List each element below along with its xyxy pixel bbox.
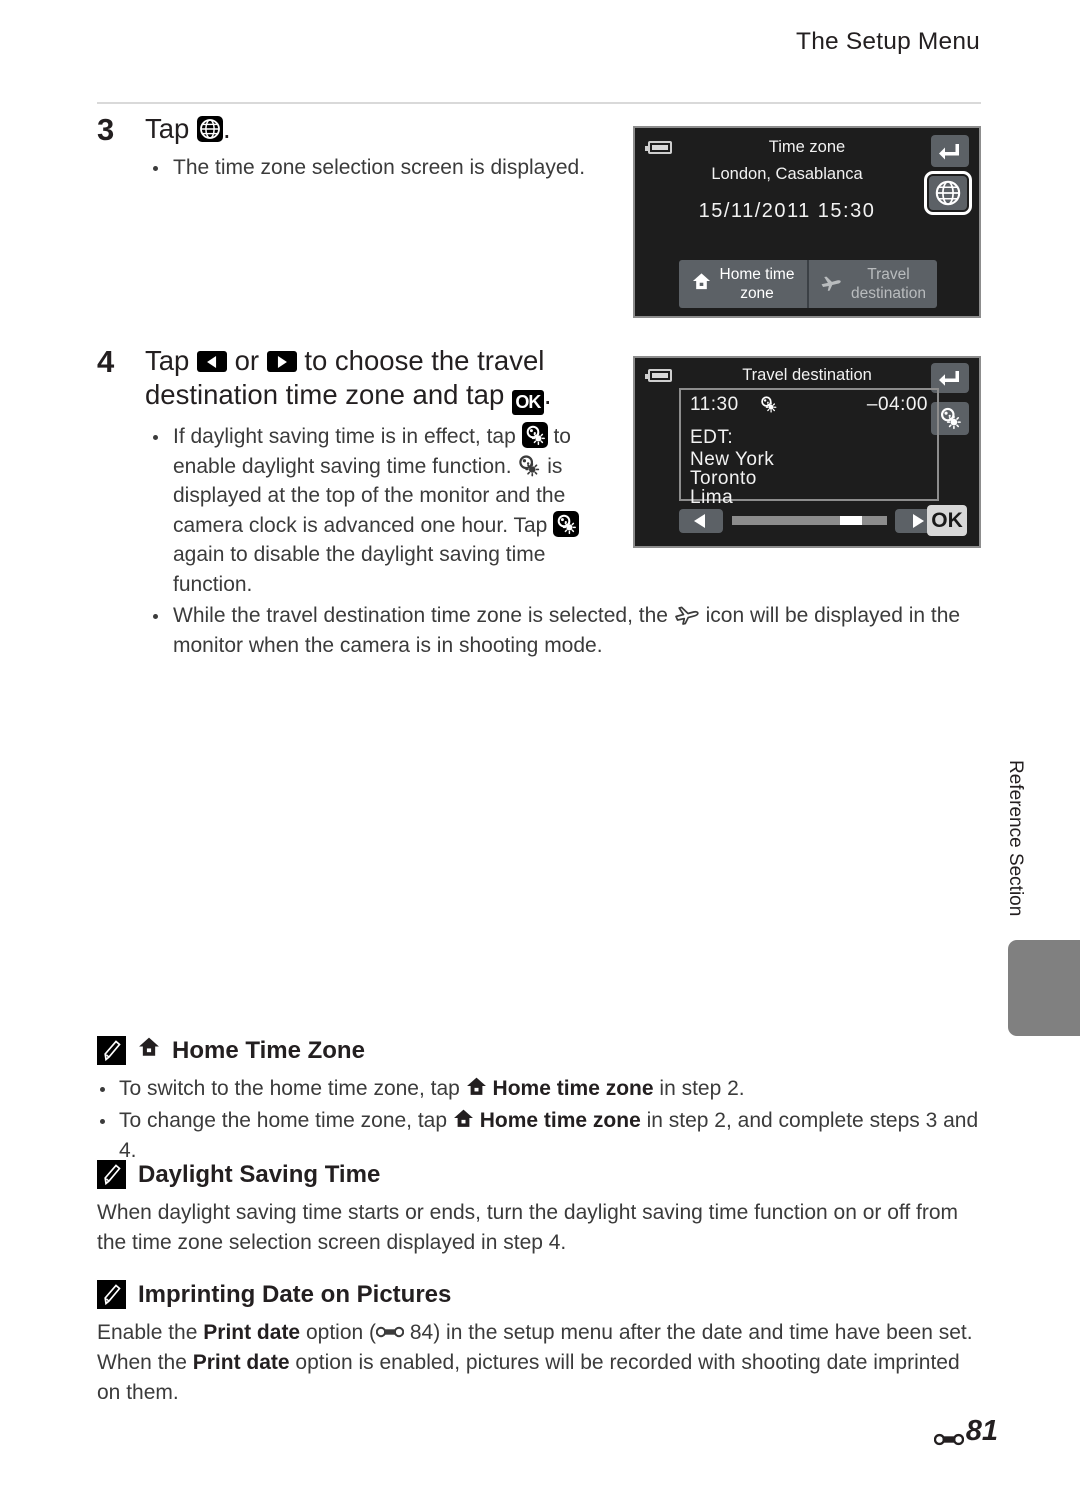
note-3-paragraph: Enable the Print date option ( 84) in th… bbox=[97, 1318, 981, 1408]
daylight-saving-icon-inline bbox=[759, 395, 778, 419]
side-section-label: Reference Section bbox=[1005, 760, 1026, 917]
camera-screen-travel-destination: Travel destination 11:30 –04:00 EDT: New… bbox=[633, 356, 981, 548]
airplane-outline-icon bbox=[674, 603, 700, 625]
step-3-title-text: Tap bbox=[145, 113, 197, 144]
pencil-note-icon-2 bbox=[97, 1160, 126, 1189]
screen1-datetime: 15/11/2011 15:30 bbox=[698, 200, 876, 222]
note-home-time-zone: Home Time Zone To switch to the home tim… bbox=[97, 1036, 981, 1168]
left-arrow-icon bbox=[196, 351, 227, 372]
house-icon-heading bbox=[138, 1036, 160, 1065]
side-section-tab bbox=[1008, 940, 1080, 1036]
note-3-a: Enable the bbox=[97, 1321, 204, 1344]
step-4-number: 4 bbox=[97, 344, 115, 379]
left-arrow-icon-2 bbox=[694, 514, 705, 528]
note-2-paragraph: When daylight saving time starts or ends… bbox=[97, 1201, 959, 1254]
note-3-c: option ( bbox=[300, 1321, 377, 1344]
note-1-b1-c: in step 2. bbox=[653, 1077, 745, 1100]
timezone-slider-track[interactable] bbox=[732, 516, 887, 525]
note-daylight-saving-time: Daylight Saving Time When daylight savin… bbox=[97, 1160, 981, 1258]
screen2-city-3: Lima bbox=[690, 487, 734, 508]
screen2-time: 11:30 bbox=[690, 394, 739, 415]
timezone-mode-tabs: Home time zone Travel destination bbox=[679, 260, 937, 308]
running-head: The Setup Menu bbox=[796, 28, 980, 55]
note-1-b2-b: Home time zone bbox=[479, 1109, 641, 1132]
back-arrow-icon bbox=[939, 144, 959, 160]
right-arrow-icon bbox=[266, 351, 297, 372]
note-1-heading-text: Home Time Zone bbox=[172, 1036, 365, 1064]
note-2-heading: Daylight Saving Time bbox=[97, 1160, 981, 1189]
step-3-bullets: The time zone selection screen is displa… bbox=[145, 153, 617, 183]
screen1-city: London, Casablanca bbox=[711, 165, 863, 183]
reference-symbol-icon-folio bbox=[933, 1423, 964, 1446]
note-2-body: When daylight saving time starts or ends… bbox=[97, 1198, 981, 1258]
step-3-number: 3 bbox=[97, 112, 115, 147]
house-icon-inline-2 bbox=[453, 1108, 474, 1129]
note-imprinting-date: Imprinting Date on Pictures Enable the P… bbox=[97, 1280, 981, 1408]
screen2-zone-abbrev: EDT: bbox=[690, 427, 734, 448]
prev-button[interactable] bbox=[679, 509, 723, 533]
step-4-bullets-wide: While the travel destination time zone i… bbox=[145, 601, 990, 662]
ok-icon: OK bbox=[511, 390, 544, 415]
timezone-slider-knob[interactable] bbox=[840, 516, 862, 525]
bullet-1-part-d: again to disable the daylight saving tim… bbox=[173, 543, 546, 596]
folio: 81 bbox=[933, 1415, 998, 1448]
note-1-b1-a: To switch to the home time zone, tap bbox=[119, 1077, 466, 1100]
pencil-note-icon-3 bbox=[97, 1280, 126, 1309]
note-3-heading-text: Imprinting Date on Pictures bbox=[138, 1280, 452, 1308]
daylight-saving-icon-plain bbox=[517, 454, 541, 478]
note-3-b: Print date bbox=[203, 1321, 301, 1344]
note-1-b2-a: To change the home time zone, tap bbox=[119, 1109, 453, 1132]
airplane-icon bbox=[820, 273, 842, 296]
step-3-bullet-1: The time zone selection screen is displa… bbox=[145, 153, 617, 183]
globe-icon bbox=[935, 180, 961, 206]
home-time-zone-tab[interactable]: Home time zone bbox=[679, 260, 807, 308]
daylight-saving-icon-3 bbox=[941, 407, 961, 430]
travel-destination-tab[interactable]: Travel destination bbox=[807, 260, 937, 308]
step-4-title: Tap or to choose the travel destination … bbox=[145, 344, 617, 415]
step-4-title-d: . bbox=[543, 379, 552, 410]
timezone-list-box: 11:30 –04:00 EDT: New York Toronto Lima bbox=[679, 388, 939, 508]
globe-button[interactable] bbox=[924, 171, 972, 215]
note-1-body: To switch to the home time zone, tap Hom… bbox=[97, 1074, 981, 1166]
note-1-b1-b: Home time zone bbox=[492, 1077, 654, 1100]
note-1-heading: Home Time Zone bbox=[97, 1036, 981, 1065]
note-1-bullet-2: To change the home time zone, tap Home t… bbox=[97, 1106, 981, 1166]
daylight-saving-icon bbox=[521, 422, 548, 448]
screen2-title: Travel destination bbox=[742, 366, 872, 384]
step-3-title: Tap . bbox=[145, 112, 617, 146]
step-3: 3 Tap . The time zone selection screen i… bbox=[97, 112, 617, 185]
step-4-title-a: Tap bbox=[145, 345, 197, 376]
step-4-bullet-2: While the travel destination time zone i… bbox=[145, 601, 990, 660]
daylight-saving-icon-2 bbox=[553, 510, 580, 537]
folio-page-number: 81 bbox=[965, 1415, 998, 1447]
note-3-body: Enable the Print date option ( 84) in th… bbox=[97, 1318, 981, 1408]
bullet-1-part-a: If daylight saving time is in effect, ta… bbox=[173, 425, 522, 448]
manual-page: The Setup Menu 3 Tap . The time zone sel… bbox=[0, 0, 1080, 1486]
note-3-d: Print date bbox=[192, 1351, 290, 1374]
house-icon bbox=[692, 272, 711, 296]
pencil-note-icon bbox=[97, 1036, 126, 1065]
back-button[interactable] bbox=[931, 135, 969, 167]
note-2-heading-text: Daylight Saving Time bbox=[138, 1160, 381, 1188]
note-3-heading: Imprinting Date on Pictures bbox=[97, 1280, 981, 1309]
step-3-title-suffix: . bbox=[222, 113, 231, 144]
header-rule bbox=[97, 102, 981, 104]
ok-button[interactable]: OK bbox=[927, 505, 967, 536]
note-1-bullet-1: To switch to the home time zone, tap Hom… bbox=[97, 1074, 981, 1104]
step-4: 4 Tap or to choose the travel destinatio… bbox=[97, 344, 617, 601]
bullet-2-part-a: While the travel destination time zone i… bbox=[173, 604, 674, 627]
screen2-offset: –04:00 bbox=[866, 394, 928, 415]
screen1-title: Time zone bbox=[768, 138, 846, 156]
step-4-bullet-1: If daylight saving time is in effect, ta… bbox=[145, 422, 617, 599]
camera-screen-time-zone: Time zone London, Casablanca 15/11/2011 … bbox=[633, 126, 981, 318]
house-icon-inline-1 bbox=[466, 1076, 487, 1097]
home-time-zone-tab-label: Home time zone bbox=[719, 266, 795, 302]
reference-symbol-icon bbox=[375, 1319, 405, 1338]
step-4-bullets: If daylight saving time is in effect, ta… bbox=[145, 422, 617, 599]
step-4-title-b: or bbox=[226, 345, 267, 376]
globe-icon bbox=[196, 116, 223, 142]
travel-destination-tab-label: Travel destination bbox=[851, 266, 926, 302]
